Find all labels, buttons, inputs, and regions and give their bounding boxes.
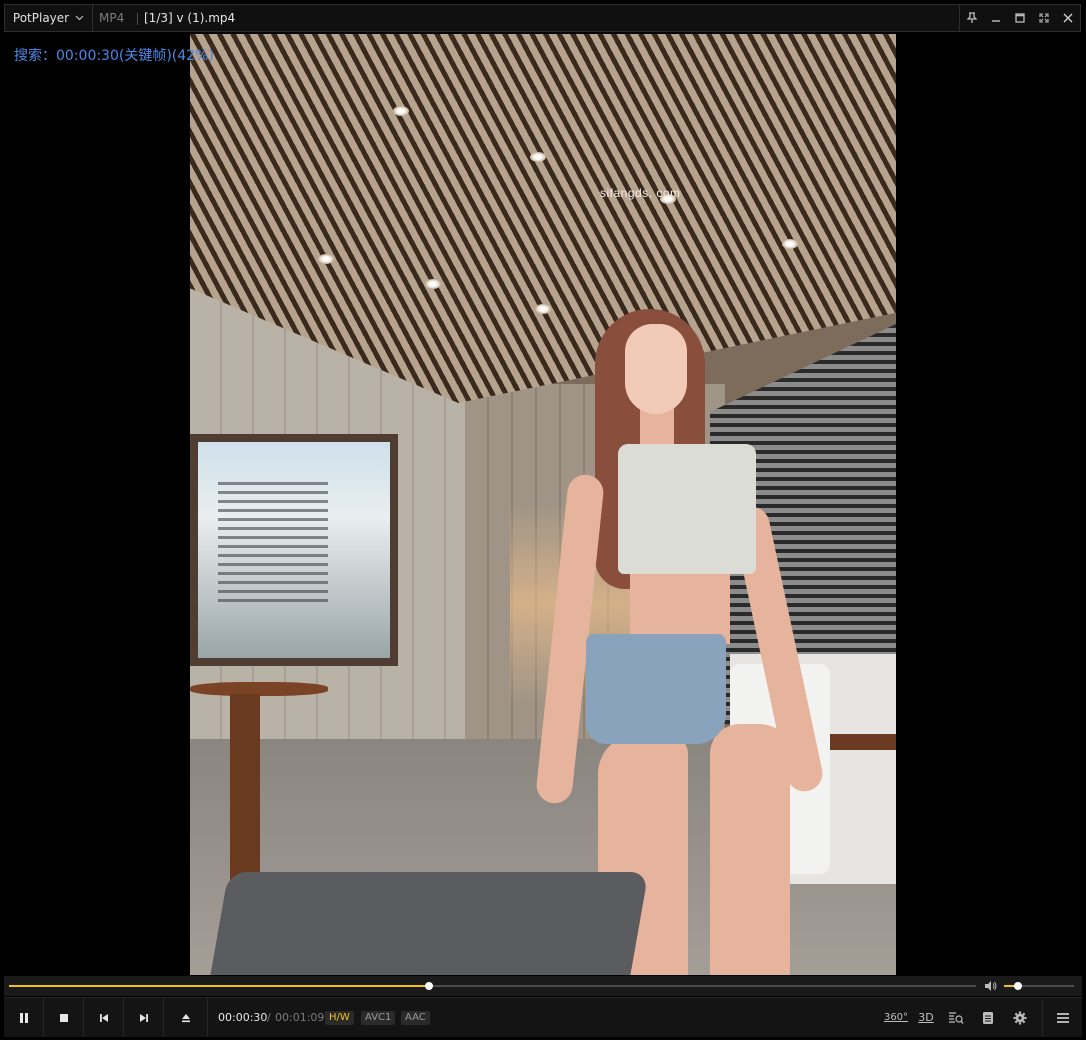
gear-icon xyxy=(1013,1011,1027,1024)
video-scene-light xyxy=(535,304,551,314)
previous-icon xyxy=(99,1013,108,1022)
volume-slider[interactable] xyxy=(1004,982,1074,990)
vr360-button[interactable]: 360° xyxy=(882,998,910,1037)
seekbar-area xyxy=(4,976,1082,996)
stop-button[interactable] xyxy=(44,998,84,1037)
next-icon xyxy=(139,1013,148,1022)
stop-icon xyxy=(59,1013,68,1022)
video-scene-leg xyxy=(710,724,790,975)
playlist-button[interactable] xyxy=(974,998,1002,1037)
video-codec-badge[interactable]: AVC1 xyxy=(361,1011,396,1025)
previous-button[interactable] xyxy=(84,998,124,1037)
close-button[interactable] xyxy=(1056,5,1080,31)
seek-thumb[interactable] xyxy=(425,982,434,990)
hamburger-menu-icon xyxy=(1056,1012,1069,1023)
video-scene-ottoman xyxy=(207,872,649,975)
stereo3d-button[interactable]: 3D xyxy=(912,998,940,1037)
window-controls xyxy=(960,5,1080,31)
time-total[interactable]: 00:01:09 xyxy=(275,998,324,1037)
seek-progress xyxy=(9,985,430,987)
video-scene-light xyxy=(393,106,409,116)
vr360-label: 360° xyxy=(883,1012,909,1023)
format-label: MP4 xyxy=(99,11,125,25)
title-separator xyxy=(137,13,138,25)
video-scene-light xyxy=(782,239,798,249)
video-scene-light xyxy=(425,279,441,289)
audio-codec-badge[interactable]: AAC xyxy=(401,1011,430,1025)
stereo3d-label: 3D xyxy=(918,1011,934,1024)
video-scene-light xyxy=(530,152,546,162)
control-bar: 00:00:30 / 00:01:09 H/W AVC1 AAC 360° 3D xyxy=(4,997,1082,1037)
main-menu-button[interactable] xyxy=(1042,998,1082,1037)
file-title: [1/3] v (1).mp4 xyxy=(144,11,236,25)
settings-button[interactable] xyxy=(1006,998,1034,1037)
volume-thumb[interactable] xyxy=(1014,982,1022,990)
maximize-button[interactable] xyxy=(1008,5,1032,31)
close-icon xyxy=(1063,13,1073,23)
next-button[interactable] xyxy=(124,998,164,1037)
video-scene-shorts xyxy=(586,634,726,744)
eject-button[interactable] xyxy=(164,998,208,1037)
title-bar: PotPlayer MP4 [1/3] v (1).mp4 xyxy=(0,0,1086,34)
time-current[interactable]: 00:00:30 xyxy=(218,998,267,1037)
app-menu-button[interactable]: PotPlayer xyxy=(5,5,93,31)
video-watermark: sifangds. com xyxy=(600,186,681,200)
search-list-icon xyxy=(949,1011,964,1024)
pause-button[interactable] xyxy=(4,998,44,1037)
pin-icon xyxy=(967,12,977,23)
volume-icon[interactable] xyxy=(984,979,998,993)
minimize-icon xyxy=(992,20,1000,22)
video-scene-picture-frame xyxy=(190,434,398,666)
osd-seek-message: 搜索：00:00:30(关键帧)(42%) xyxy=(14,48,214,64)
pause-icon xyxy=(19,1012,28,1023)
video-surface[interactable]: sifangds. com xyxy=(190,34,896,975)
maximize-icon xyxy=(1015,13,1025,23)
title-bar-frame: PotPlayer MP4 [1/3] v (1).mp4 xyxy=(4,4,1081,32)
hw-decoder-badge[interactable]: H/W xyxy=(325,1011,354,1025)
fullscreen-button[interactable] xyxy=(1032,5,1056,31)
playlist-icon xyxy=(983,1011,993,1024)
pin-button[interactable] xyxy=(960,5,984,31)
video-scene-top xyxy=(618,444,756,574)
video-scene-light xyxy=(318,254,334,264)
time-separator: / xyxy=(267,1011,271,1024)
eject-icon xyxy=(181,1013,190,1022)
app-name: PotPlayer xyxy=(12,11,70,25)
minimize-button[interactable] xyxy=(984,5,1008,31)
video-scene-face xyxy=(625,324,687,414)
search-list-button[interactable] xyxy=(942,998,970,1037)
fullscreen-icon xyxy=(1039,13,1049,23)
seek-bar[interactable] xyxy=(9,982,976,990)
chevron-down-icon xyxy=(75,13,84,24)
